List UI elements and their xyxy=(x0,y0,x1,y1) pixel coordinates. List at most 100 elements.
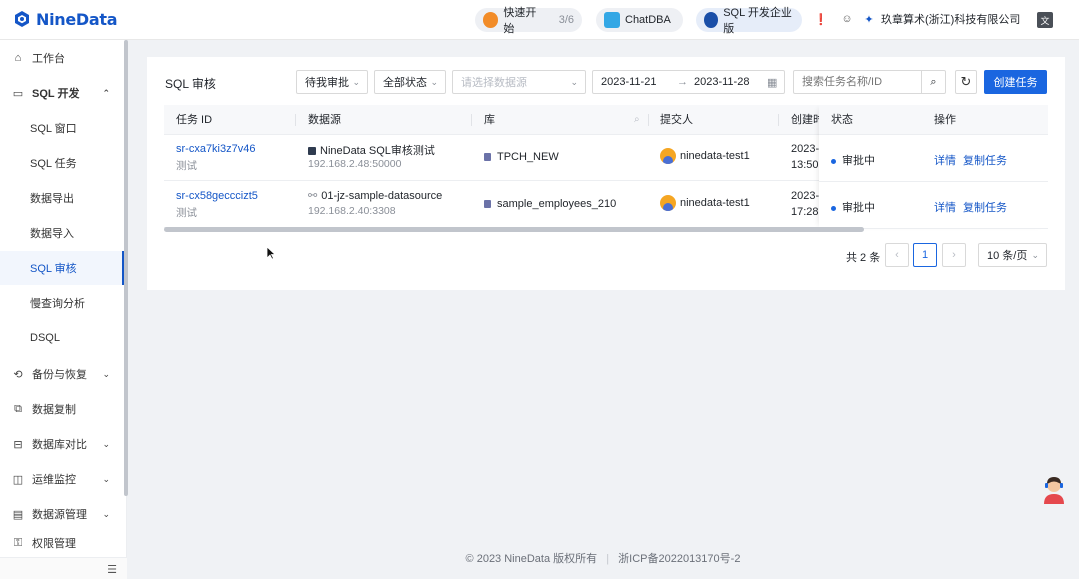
datasource-name: NineData SQL审核测试 xyxy=(320,145,435,157)
prev-page-button[interactable]: ‹ xyxy=(885,243,909,267)
status-dot-icon xyxy=(831,205,836,211)
date-end: 2023-11-28 xyxy=(694,76,750,88)
chevron-down-icon: ⌄ xyxy=(430,76,438,87)
copy-task-link[interactable]: 复制任务 xyxy=(963,152,1007,168)
chevron-right-icon: › xyxy=(952,249,956,261)
sidebar-item-dsql[interactable]: DSQL xyxy=(0,321,124,355)
monitor-ops-icon: ◫ xyxy=(12,473,24,486)
replicate-icon: ⧉ xyxy=(14,402,22,415)
database-name: TPCH_NEW xyxy=(497,151,559,163)
sidebar-item-label: 权限管理 xyxy=(32,538,76,550)
sidebar-item-permission[interactable]: ⚿ 权限管理 xyxy=(0,532,124,554)
column-header: 任务 ID xyxy=(176,114,213,126)
app-logo[interactable]: NineData xyxy=(12,9,118,29)
search-icon[interactable]: ⌕ xyxy=(921,71,945,93)
sidebar-item-label: SQL 审核 xyxy=(30,263,77,275)
page-title: SQL 审核 xyxy=(165,77,216,91)
sidebar-item-data-import[interactable]: 数据导入 xyxy=(0,216,124,250)
datasource-name: 01-jz-sample-datasource xyxy=(321,190,443,202)
created-date: 2023- xyxy=(791,190,820,202)
detail-link[interactable]: 详情 xyxy=(934,199,956,215)
language-icon[interactable]: 文 xyxy=(1037,12,1053,28)
page-footer: © 2023 NineData 版权所有 | 浙ICP备2022013170号-… xyxy=(465,553,741,565)
status-text: 审批中 xyxy=(842,202,875,214)
sidebar-item-label: 慢查询分析 xyxy=(30,298,85,310)
customer-support-button[interactable] xyxy=(1040,474,1068,506)
chevron-left-icon: ‹ xyxy=(895,249,899,261)
task-id-link[interactable]: sr-cxa7ki3z7v46 xyxy=(176,143,255,155)
datasource-cell: ⚯ 01-jz-sample-datasource xyxy=(308,189,442,202)
collapse-sidebar-icon[interactable]: ☰ xyxy=(107,563,117,576)
sidebar-item-datasource[interactable]: ▤ 数据源管理 ⌄ xyxy=(0,497,124,531)
refresh-button[interactable]: ↻ xyxy=(955,70,977,94)
avatar xyxy=(660,195,676,211)
assignee-filter-select[interactable]: 待我审批 ⌄ xyxy=(296,70,368,94)
horizontal-scrollbar[interactable] xyxy=(164,227,864,232)
task-id-link[interactable]: sr-cx58gecccizt5 xyxy=(176,190,258,202)
chevron-down-icon: ⌄ xyxy=(352,76,360,87)
page-number-button[interactable]: 1 xyxy=(913,243,937,267)
sidebar-item-label: 数据导出 xyxy=(30,193,74,205)
task-note: 测试 xyxy=(176,160,197,172)
detail-link[interactable]: 详情 xyxy=(934,152,956,168)
sidebar-item-label: 数据导入 xyxy=(30,228,74,240)
sidebar-item-ops-monitor[interactable]: ◫ 运维监控 ⌄ xyxy=(0,462,124,496)
calendar-icon: ▦ xyxy=(767,76,778,89)
permission-icon: ⚿ xyxy=(13,536,23,549)
datasource-icon: ▤ xyxy=(12,508,24,521)
notification-icon[interactable]: ❗ xyxy=(814,12,828,26)
sidebar-item-data-export[interactable]: 数据导出 xyxy=(0,181,124,215)
status-text: 审批中 xyxy=(842,155,875,167)
datasource-filter-placeholder: 请选择数据源 xyxy=(461,77,527,89)
table-row: 审批中 详情 复制任务 xyxy=(819,182,1048,229)
created-time: 13:50: xyxy=(791,159,822,171)
org-switcher[interactable]: ✦ 玖章算术(浙江)科技有限公司 xyxy=(862,11,1020,27)
quickstart-label: 快速开始 xyxy=(503,7,537,35)
sidebar-item-sql-task[interactable]: SQL 任务 xyxy=(0,146,124,180)
status-dot-icon xyxy=(831,158,836,164)
sidebar-item-label: SQL 窗口 xyxy=(30,123,77,135)
sidebar-item-label: DSQL xyxy=(30,332,60,344)
search-input[interactable] xyxy=(794,72,920,92)
datasource-address: 192.168.2.40:3308 xyxy=(308,205,396,217)
task-search: ⌕ xyxy=(793,70,946,94)
page-size-select[interactable]: 10 条/页 ⌄ xyxy=(978,243,1047,267)
chatdba-label: ChatDBA xyxy=(625,14,671,26)
column-header: 状态 xyxy=(831,114,853,126)
app-name: NineData xyxy=(36,9,118,29)
table-row: 审批中 详情 复制任务 xyxy=(819,135,1048,182)
create-task-button[interactable]: 创建任务 xyxy=(984,70,1047,94)
fixed-columns: 状态 操作 审批中 详情 复制任务 审批中 详情 复制任务 xyxy=(819,105,1048,229)
date-range-picker[interactable]: 2023-11-21 → 2023-11-28 ▦ xyxy=(592,70,785,94)
chevron-down-icon: ⌄ xyxy=(102,508,110,519)
quickstart-button[interactable]: 快速开始 3/6 xyxy=(475,7,582,35)
sidebar-item-slow-query[interactable]: 慢查询分析 xyxy=(0,286,124,320)
sidebar-item-db-compare[interactable]: ⊟ 数据库对比 ⌄ xyxy=(0,427,124,461)
sql-review-panel: SQL 审核 待我审批 ⌄ 全部状态 ⌄ 请选择数据源 ⌄ 2023-11-21… xyxy=(147,57,1065,290)
avatar xyxy=(660,148,676,164)
status-filter-select[interactable]: 全部状态 ⌄ xyxy=(374,70,446,94)
sidebar-item-workbench[interactable]: ⌂ 工作台 xyxy=(0,41,124,75)
datasource-icon xyxy=(308,147,316,156)
sidebar-item-sql-window[interactable]: SQL 窗口 xyxy=(0,111,124,145)
sidebar-item-replication[interactable]: ⧉ 数据复制 xyxy=(0,392,124,426)
org-icon: ✦ xyxy=(864,13,874,26)
sidebar-item-sql-dev[interactable]: ▭ SQL 开发 ⌃ xyxy=(0,76,124,110)
help-icon[interactable]: ☺ xyxy=(840,12,854,26)
sidebar-item-sql-review[interactable]: SQL 审核 xyxy=(0,251,125,285)
next-page-button[interactable]: › xyxy=(942,243,966,267)
search-icon[interactable]: ⌕ xyxy=(634,105,640,135)
sidebar-item-backup[interactable]: ⟲ 备份与恢复 ⌄ xyxy=(0,357,124,391)
sidebar-item-label: 数据复制 xyxy=(32,404,76,416)
chatdba-button[interactable]: ChatDBA xyxy=(596,8,683,32)
chevron-down-icon: ⌄ xyxy=(102,473,110,484)
status-badge: 审批中 xyxy=(831,199,875,215)
database-name: sample_employees_210 xyxy=(497,198,617,210)
sidebar-item-label: SQL 任务 xyxy=(30,158,77,170)
sidebar-scrollbar[interactable] xyxy=(124,40,128,496)
created-date: 2023- xyxy=(791,143,820,155)
database-icon xyxy=(484,200,491,209)
copy-task-link[interactable]: 复制任务 xyxy=(963,199,1007,215)
edition-button[interactable]: SQL 开发企业版 xyxy=(696,7,802,35)
datasource-filter-select[interactable]: 请选择数据源 ⌄ xyxy=(452,70,586,94)
